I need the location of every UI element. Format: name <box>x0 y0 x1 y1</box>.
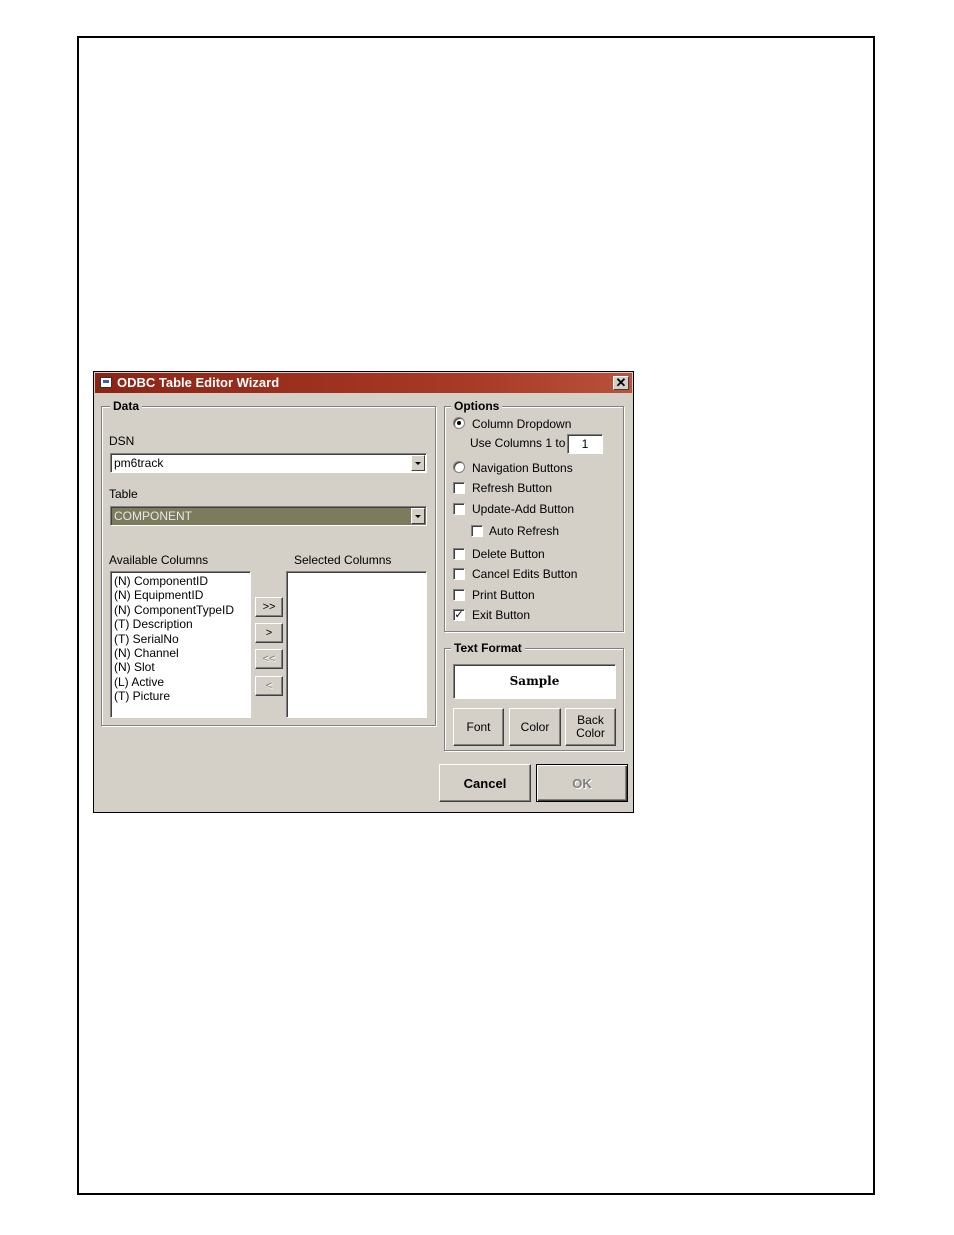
text-format-legend: Text Format <box>451 641 525 655</box>
exit-button-checkbox[interactable]: ✓ <box>453 609 465 621</box>
list-item[interactable]: (T) Picture <box>111 689 250 703</box>
cancel-edits-button-label: Cancel Edits Button <box>472 567 578 581</box>
app-icon <box>100 377 112 388</box>
exit-button-label: Exit Button <box>472 608 531 622</box>
print-button-checkbox[interactable] <box>453 589 465 601</box>
auto-refresh-checkbox[interactable] <box>471 525 483 537</box>
window-title: ODBC Table Editor Wizard <box>117 375 280 390</box>
dsn-value: pm6track <box>114 456 164 470</box>
refresh-button-checkbox[interactable] <box>453 482 465 494</box>
delete-button-label: Delete Button <box>472 547 545 561</box>
text-format-sample: Sample <box>453 664 616 699</box>
data-group-legend: Data <box>110 399 143 413</box>
column-dropdown-radio[interactable] <box>453 417 465 429</box>
selected-columns-list[interactable] <box>286 571 427 718</box>
print-button-label: Print Button <box>472 588 535 602</box>
column-dropdown-label: Column Dropdown <box>472 417 572 431</box>
cancel-edits-button-checkbox[interactable] <box>453 568 465 580</box>
close-button[interactable]: ✕ <box>613 376 629 390</box>
update-add-button-label: Update-Add Button <box>472 502 575 516</box>
use-columns-label: Use Columns 1 to <box>470 436 566 450</box>
dsn-dropdown-chevron-down-icon[interactable] <box>411 455 425 471</box>
navigation-buttons-radio[interactable] <box>453 461 465 473</box>
update-add-button-checkbox[interactable] <box>453 503 465 515</box>
list-item[interactable]: (T) SerialNo <box>111 632 250 646</box>
close-icon: ✕ <box>615 375 627 390</box>
list-item[interactable]: (T) Description <box>111 617 250 631</box>
available-columns-list[interactable]: (N) ComponentID (N) EquipmentID (N) Comp… <box>110 571 251 718</box>
table-value: COMPONENT <box>114 509 192 523</box>
back-color-label-line2: Color <box>576 726 605 740</box>
remove-all-columns-button[interactable]: << <box>255 649 283 669</box>
list-item[interactable]: (N) EquipmentID <box>111 588 250 602</box>
dsn-combo[interactable]: pm6track <box>110 453 427 473</box>
table-combo[interactable]: COMPONENT <box>110 506 427 526</box>
remove-column-button[interactable]: < <box>255 676 283 696</box>
title-bar[interactable]: ODBC Table Editor Wizard ✕ <box>95 373 632 393</box>
list-item[interactable]: (N) ComponentID <box>111 574 250 588</box>
dsn-label: DSN <box>109 434 135 448</box>
back-color-button[interactable]: Back Color <box>565 708 616 746</box>
color-button[interactable]: Color <box>509 708 561 746</box>
selected-columns-label: Selected Columns <box>294 553 392 567</box>
list-item[interactable]: (N) ComponentTypeID <box>111 603 250 617</box>
odbc-table-editor-dialog: ODBC Table Editor Wizard ✕ Data DSN pm6t… <box>93 371 634 813</box>
ok-button[interactable]: OK <box>536 764 628 802</box>
table-label: Table <box>109 487 138 501</box>
cancel-button[interactable]: Cancel <box>439 764 531 802</box>
table-dropdown-chevron-down-icon[interactable] <box>411 508 425 524</box>
delete-button-checkbox[interactable] <box>453 548 465 560</box>
navigation-buttons-label: Navigation Buttons <box>472 461 573 475</box>
options-group-legend: Options <box>451 399 503 413</box>
use-columns-input[interactable]: 1 <box>567 434 603 454</box>
checkmark-icon: ✓ <box>454 609 464 621</box>
font-button[interactable]: Font <box>453 708 504 746</box>
list-item[interactable]: (N) Slot <box>111 660 250 674</box>
add-column-button[interactable]: > <box>255 623 283 643</box>
add-all-columns-button[interactable]: >> <box>255 597 283 617</box>
available-columns-label: Available Columns <box>109 553 209 567</box>
list-item[interactable]: (L) Active <box>111 675 250 689</box>
auto-refresh-label: Auto Refresh <box>489 524 560 538</box>
refresh-button-label: Refresh Button <box>472 481 553 495</box>
list-item[interactable]: (N) Channel <box>111 646 250 660</box>
